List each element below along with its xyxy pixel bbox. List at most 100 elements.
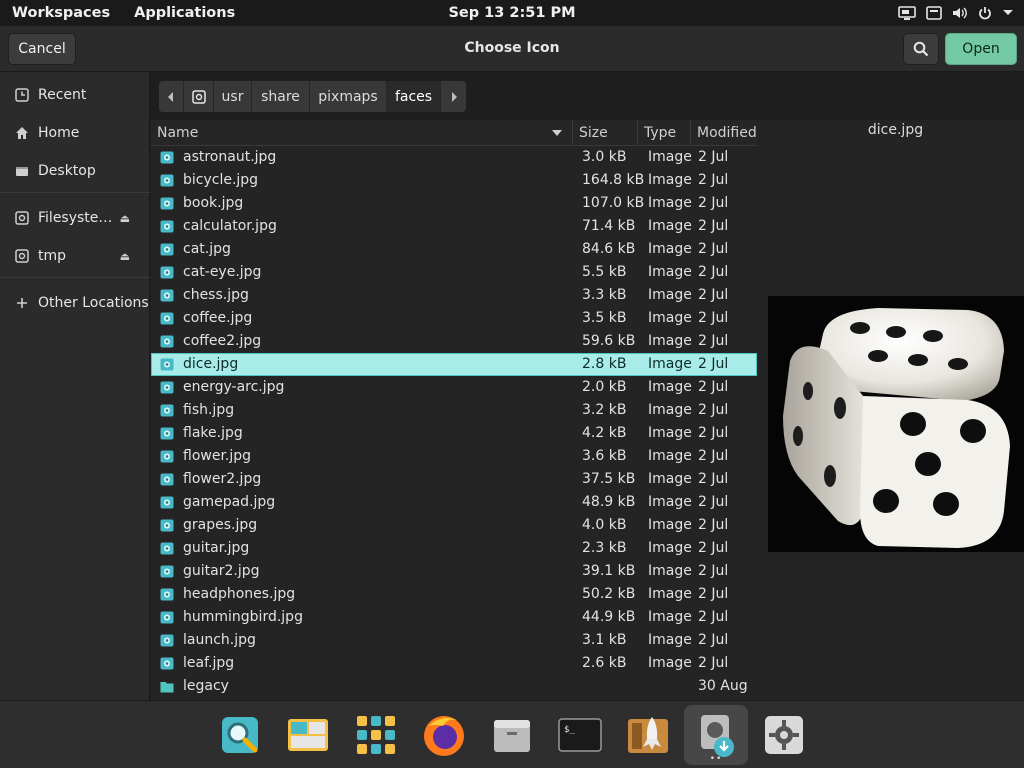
workspaces-button[interactable]: Workspaces — [0, 5, 122, 21]
file-name: flower.jpg — [183, 448, 252, 464]
file-modified: 2 Jul — [698, 494, 729, 510]
file-size: 107.0 kB — [582, 195, 645, 211]
sidebar-separator — [0, 277, 150, 278]
file-name: astronaut.jpg — [183, 149, 277, 165]
file-size: 71.4 kB — [582, 218, 636, 234]
dock: $_ •• — [0, 700, 1024, 768]
file-row[interactable]: gamepad.jpg 48.9 kB Image 2 Jul — [151, 491, 757, 514]
file-type: Image — [648, 494, 692, 510]
sidebar-item-desktop[interactable]: Desktop — [0, 156, 150, 186]
sidebar-item-tmp[interactable]: tmp ⏏ — [0, 241, 150, 271]
power-icon[interactable] — [978, 6, 992, 20]
file-type: Image — [648, 149, 692, 165]
image-file-icon — [160, 657, 174, 670]
terminal-icon[interactable]: $_ — [550, 705, 610, 765]
file-size: 3.2 kB — [582, 402, 627, 418]
search-app-icon[interactable] — [210, 705, 270, 765]
app-grid-icon[interactable] — [346, 705, 406, 765]
sidebar-item-filesystem[interactable]: Filesyste… ⏏ — [0, 203, 150, 233]
file-row[interactable]: cat.jpg 84.6 kB Image 2 Jul — [151, 238, 757, 261]
file-size: 3.5 kB — [582, 310, 627, 326]
path-back-button[interactable] — [159, 81, 184, 112]
file-row[interactable]: cat-eye.jpg 5.5 kB Image 2 Jul — [151, 261, 757, 284]
file-name: guitar2.jpg — [183, 563, 260, 579]
rocket-app-icon[interactable] — [618, 705, 678, 765]
file-row[interactable]: coffee2.jpg 59.6 kB Image 2 Jul — [151, 330, 757, 353]
eject-icon[interactable]: ⏏ — [120, 250, 130, 263]
file-modified: 2 Jul — [698, 379, 729, 395]
column-header-type[interactable]: Type — [638, 120, 691, 146]
file-row[interactable]: bicycle.jpg 164.8 kB Image 2 Jul — [151, 169, 757, 192]
search-button[interactable] — [903, 33, 939, 65]
sidebar-item-other-locations[interactable]: Other Locations — [0, 288, 150, 318]
path-bar: usr share pixmaps faces — [158, 80, 467, 113]
file-name: book.jpg — [183, 195, 244, 211]
file-row[interactable]: grapes.jpg 4.0 kB Image 2 Jul — [151, 514, 757, 537]
eject-icon[interactable]: ⏏ — [120, 212, 130, 225]
file-row[interactable]: calculator.jpg 71.4 kB Image 2 Jul — [151, 215, 757, 238]
file-row[interactable]: guitar2.jpg 39.1 kB Image 2 Jul — [151, 560, 757, 583]
applications-button[interactable]: Applications — [122, 5, 247, 21]
settings-icon[interactable] — [754, 705, 814, 765]
column-header-size[interactable]: Size — [573, 120, 638, 146]
file-size: 3.0 kB — [582, 149, 627, 165]
workspaces-app-icon[interactable] — [278, 705, 338, 765]
file-type: Image — [648, 540, 692, 556]
file-modified: 2 Jul — [698, 517, 729, 533]
file-name: chess.jpg — [183, 287, 249, 303]
file-row[interactable]: flower.jpg 3.6 kB Image 2 Jul — [151, 445, 757, 468]
firefox-icon[interactable] — [414, 705, 474, 765]
running-indicator: •• — [709, 754, 723, 764]
file-rows: astronaut.jpg 3.0 kB Image 2 Jul bicycle.jpg… — [151, 146, 757, 698]
volume-icon[interactable] — [952, 6, 968, 20]
column-header-label: Name — [157, 125, 199, 141]
file-type: Image — [648, 218, 692, 234]
column-header-modified[interactable]: Modified — [691, 120, 757, 146]
file-row[interactable]: fish.jpg 3.2 kB Image 2 Jul — [151, 399, 757, 422]
file-row[interactable]: leaf.jpg 2.6 kB Image 2 Jul — [151, 652, 757, 675]
keyboard-icon[interactable] — [926, 6, 942, 20]
file-row[interactable]: energy-arc.jpg 2.0 kB Image 2 Jul — [151, 376, 757, 399]
path-segment-share[interactable]: share — [252, 81, 310, 112]
file-row[interactable]: launch.jpg 3.1 kB Image 2 Jul — [151, 629, 757, 652]
file-row[interactable]: flower2.jpg 37.5 kB Image 2 Jul — [151, 468, 757, 491]
file-name: gamepad.jpg — [183, 494, 276, 510]
file-row[interactable]: headphones.jpg 50.2 kB Image 2 Jul — [151, 583, 757, 606]
display-icon[interactable] — [898, 6, 916, 20]
file-row[interactable]: book.jpg 107.0 kB Image 2 Jul — [151, 192, 757, 215]
path-root-button[interactable] — [184, 81, 214, 112]
open-button[interactable]: Open — [945, 33, 1017, 65]
file-row[interactable]: dice.jpg 2.8 kB Image 2 Jul — [151, 353, 757, 376]
file-row[interactable]: flake.jpg 4.2 kB Image 2 Jul — [151, 422, 757, 445]
path-segment-pixmaps[interactable]: pixmaps — [310, 81, 387, 112]
file-modified: 2 Jul — [698, 609, 729, 625]
file-size: 84.6 kB — [582, 241, 636, 257]
installer-icon[interactable]: •• — [684, 705, 748, 765]
column-header-name[interactable]: Name — [151, 120, 573, 146]
file-row[interactable]: coffee.jpg 3.5 kB Image 2 Jul — [151, 307, 757, 330]
path-forward-button[interactable] — [441, 81, 466, 112]
drive-icon — [191, 89, 206, 104]
file-row[interactable]: guitar.jpg 2.3 kB Image 2 Jul — [151, 537, 757, 560]
file-modified: 30 Aug — [698, 678, 748, 694]
system-tray[interactable] — [898, 0, 1014, 26]
file-row[interactable]: hummingbird.jpg 44.9 kB Image 2 Jul — [151, 606, 757, 629]
file-modified: 2 Jul — [698, 264, 729, 280]
file-name: legacy — [183, 678, 229, 694]
file-row[interactable]: astronaut.jpg 3.0 kB Image 2 Jul — [151, 146, 757, 169]
path-segment-usr[interactable]: usr — [214, 81, 252, 112]
sidebar-item-home[interactable]: Home — [0, 118, 150, 148]
files-icon[interactable] — [482, 705, 542, 765]
file-list[interactable]: Name Size Type Modified astronaut.jpg 3.0… — [151, 120, 757, 700]
chevron-down-icon[interactable] — [1002, 9, 1014, 17]
path-segment-faces[interactable]: faces — [387, 81, 441, 112]
file-size: 2.8 kB — [582, 356, 627, 372]
sidebar-separator — [0, 192, 150, 193]
folder-row[interactable]: legacy 30 Aug — [151, 675, 757, 698]
file-type: Image — [648, 172, 692, 188]
file-size: 2.6 kB — [582, 655, 627, 671]
file-size: 39.1 kB — [582, 563, 636, 579]
file-row[interactable]: chess.jpg 3.3 kB Image 2 Jul — [151, 284, 757, 307]
sidebar-item-recent[interactable]: Recent — [0, 80, 150, 110]
file-type: Image — [648, 402, 692, 418]
